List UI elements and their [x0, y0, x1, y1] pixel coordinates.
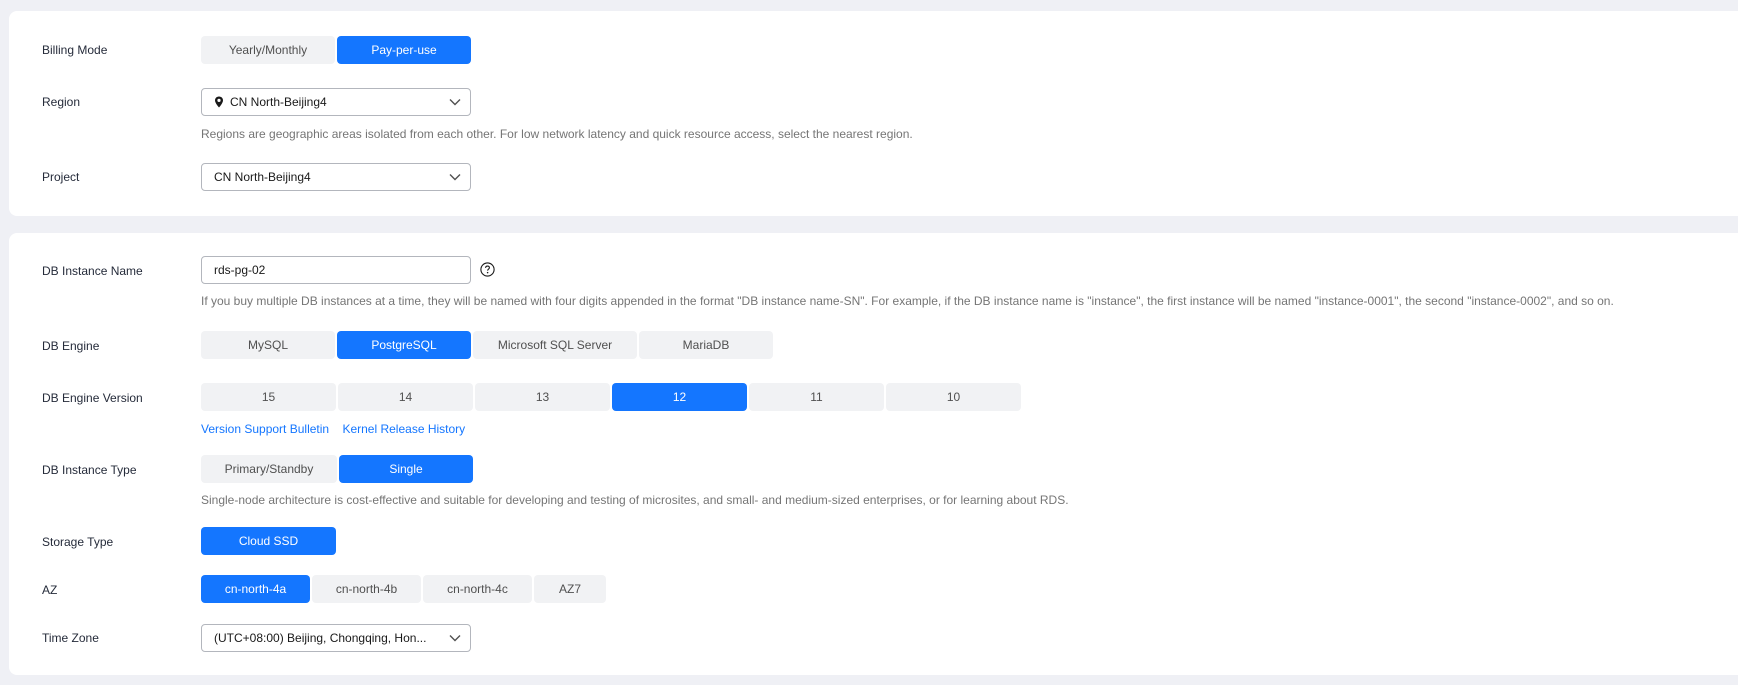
instance-type-selector: Primary/Standby Single [201, 455, 473, 483]
billing-mode-selector: Yearly/Monthly Pay-per-use [201, 36, 471, 64]
instance-type-hint: Single-node architecture is cost-effecti… [201, 493, 1069, 507]
version-links: Version Support Bulletin Kernel Release … [201, 421, 465, 437]
db-engine-selector: MySQL PostgreSQL Microsoft SQL Server Ma… [201, 331, 773, 359]
instance-type-option-primary-standby[interactable]: Primary/Standby [201, 455, 337, 483]
chevron-down-icon [440, 98, 470, 106]
billing-region-card: Billing Mode Yearly/Monthly Pay-per-use … [9, 11, 1738, 216]
time-zone-select[interactable]: (UTC+08:00) Beijing, Chongqing, Hon... [201, 624, 471, 652]
engine-option-postgresql[interactable]: PostgreSQL [337, 331, 471, 359]
instance-name-label: DB Instance Name [42, 264, 143, 278]
chevron-down-icon [440, 634, 470, 642]
billing-option-yearly-monthly[interactable]: Yearly/Monthly [201, 36, 335, 64]
az-option-cn-north-4b[interactable]: cn-north-4b [312, 575, 421, 603]
engine-option-sql-server[interactable]: Microsoft SQL Server [473, 331, 637, 359]
engine-option-mysql[interactable]: MySQL [201, 331, 335, 359]
kernel-release-history-link[interactable]: Kernel Release History [342, 422, 465, 436]
instance-name-hint: If you buy multiple DB instances at a ti… [201, 294, 1614, 308]
region-value: CN North-Beijing4 [230, 95, 327, 109]
chevron-down-icon [440, 173, 470, 181]
project-select[interactable]: CN North-Beijing4 [201, 163, 471, 191]
instance-name-input[interactable] [201, 256, 471, 284]
engine-version-label: DB Engine Version [42, 391, 143, 405]
help-icon[interactable] [480, 262, 495, 277]
version-option-11[interactable]: 11 [749, 383, 884, 411]
az-option-az7[interactable]: AZ7 [534, 575, 606, 603]
engine-option-mariadb[interactable]: MariaDB [639, 331, 773, 359]
az-option-cn-north-4a[interactable]: cn-north-4a [201, 575, 310, 603]
region-select[interactable]: CN North-Beijing4 [201, 88, 471, 116]
instance-config-card: DB Instance Name If you buy multiple DB … [9, 233, 1738, 675]
time-zone-value: (UTC+08:00) Beijing, Chongqing, Hon... [214, 631, 427, 645]
billing-option-pay-per-use[interactable]: Pay-per-use [337, 36, 471, 64]
version-support-bulletin-link[interactable]: Version Support Bulletin [201, 422, 329, 436]
version-option-10[interactable]: 10 [886, 383, 1021, 411]
project-label: Project [42, 170, 80, 184]
instance-type-label: DB Instance Type [42, 463, 137, 477]
time-zone-label: Time Zone [42, 631, 99, 645]
az-option-cn-north-4c[interactable]: cn-north-4c [423, 575, 532, 603]
version-option-15[interactable]: 15 [201, 383, 336, 411]
version-option-14[interactable]: 14 [338, 383, 473, 411]
project-value: CN North-Beijing4 [214, 170, 311, 184]
version-option-12[interactable]: 12 [612, 383, 747, 411]
storage-type-selector: Cloud SSD [201, 527, 336, 555]
version-option-13[interactable]: 13 [475, 383, 610, 411]
region-hint: Regions are geographic areas isolated fr… [201, 127, 913, 141]
storage-type-label: Storage Type [42, 535, 114, 549]
db-engine-label: DB Engine [42, 339, 100, 353]
az-label: AZ [42, 583, 58, 597]
billing-mode-label: Billing Mode [42, 43, 108, 57]
az-selector: cn-north-4a cn-north-4b cn-north-4c AZ7 [201, 575, 606, 603]
region-label: Region [42, 95, 81, 109]
engine-version-selector: 15 14 13 12 11 10 [201, 383, 1021, 411]
storage-option-cloud-ssd[interactable]: Cloud SSD [201, 527, 336, 555]
location-pin-icon [214, 96, 224, 108]
instance-type-option-single[interactable]: Single [339, 455, 473, 483]
